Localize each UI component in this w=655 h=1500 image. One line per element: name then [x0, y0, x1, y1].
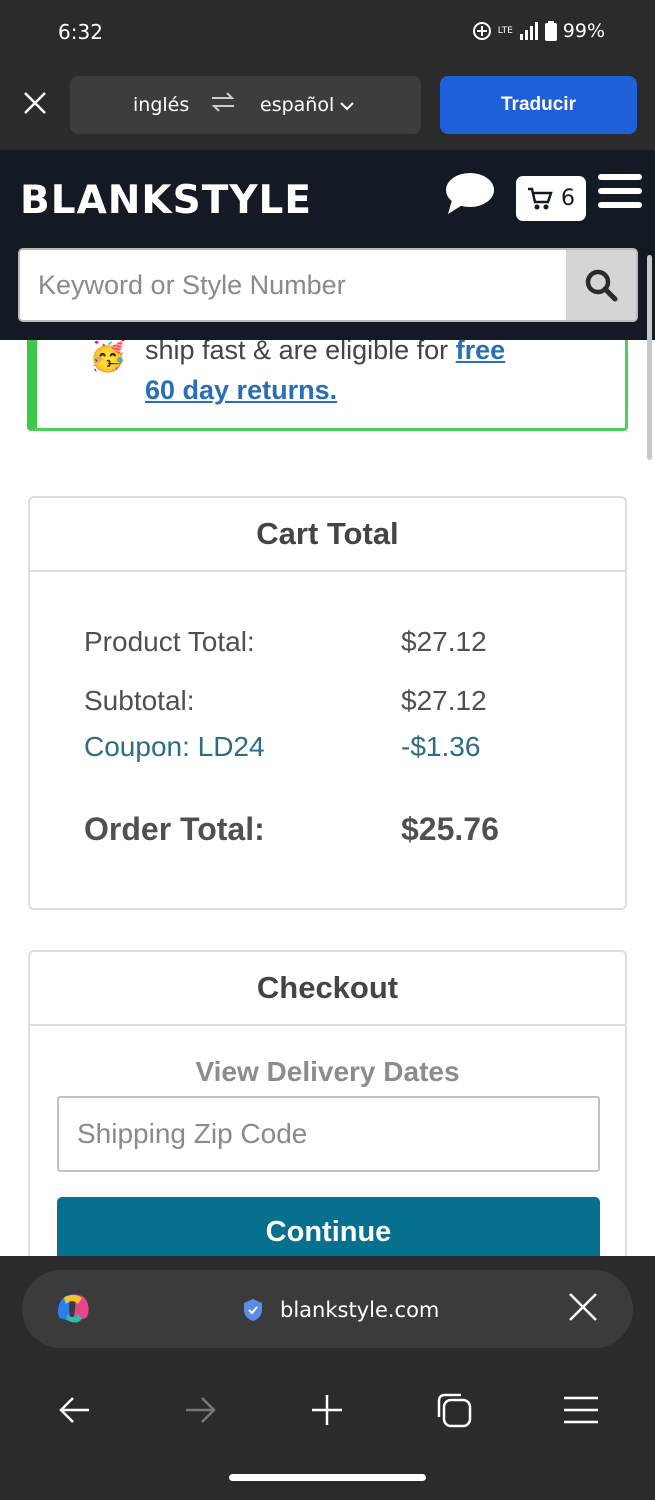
battery-level: 99% [562, 20, 605, 42]
product-total-label: Product Total: [84, 626, 255, 657]
search-bar [18, 248, 638, 322]
cart-count: 6 [561, 186, 575, 211]
checkout-title: Checkout [30, 952, 625, 1026]
arrow-right-icon [186, 1397, 216, 1423]
search-input[interactable] [20, 250, 568, 320]
back-button[interactable] [50, 1386, 98, 1434]
menu-button[interactable] [557, 1386, 605, 1434]
language-selector[interactable]: inglés español [70, 76, 421, 134]
lte-icon: LTE [497, 25, 513, 36]
chat-icon[interactable] [444, 172, 496, 216]
plus-icon [312, 1395, 342, 1425]
battery-icon [544, 21, 557, 41]
new-tab-button[interactable] [303, 1386, 351, 1434]
home-indicator[interactable] [229, 1474, 426, 1481]
checkout-card: Checkout View Delivery Dates Continue [28, 950, 627, 1280]
signal-icon [519, 22, 538, 40]
address-bar[interactable]: blankstyle.com [22, 1270, 633, 1348]
status-icons: LTE 99% [472, 20, 605, 42]
hamburger-icon [564, 1396, 598, 1424]
target-language-label: español [260, 94, 335, 116]
returns-link[interactable]: 60 day returns. [145, 375, 337, 406]
site-header: BLANKSTYLE 6 [0, 150, 655, 340]
cart-total-card: Cart Total Product Total: $27.12 Subtota… [28, 496, 627, 910]
copilot-icon[interactable] [52, 1288, 94, 1330]
site-logo[interactable]: BLANKSTYLE [20, 178, 312, 223]
forward-button[interactable] [177, 1386, 225, 1434]
status-bar: 6:32 LTE 99% [0, 0, 655, 66]
cart-button[interactable]: 6 [516, 176, 586, 221]
url-text[interactable]: blankstyle.com [280, 1298, 439, 1322]
close-translate-icon[interactable] [20, 90, 50, 120]
coupon-label: Coupon: LD24 [84, 731, 265, 762]
target-language[interactable]: español [260, 94, 354, 116]
delivery-dates-heading: View Delivery Dates [195, 1056, 460, 1087]
menu-icon[interactable] [598, 174, 642, 214]
shield-icon [244, 1299, 262, 1321]
arrow-left-icon [59, 1397, 89, 1423]
tabs-icon [437, 1393, 472, 1428]
close-icon[interactable] [566, 1290, 600, 1324]
browser-nav [0, 1386, 655, 1434]
coupon-value: -$1.36 [401, 731, 481, 762]
search-button[interactable] [566, 250, 636, 320]
data-saver-icon [472, 22, 491, 40]
subtotal-label: Subtotal: [84, 685, 195, 716]
chevron-down-icon [340, 102, 354, 111]
subtotal-value: $27.12 [401, 685, 487, 716]
tabs-button[interactable] [430, 1386, 478, 1434]
page-scrollbar[interactable] [647, 255, 652, 460]
translate-button[interactable]: Traducir [440, 76, 637, 134]
source-language[interactable]: inglés [133, 94, 189, 116]
zip-code-input[interactable] [57, 1096, 600, 1172]
status-time: 6:32 [58, 20, 103, 44]
browser-toolbar: blankstyle.com [0, 1256, 655, 1500]
cart-total-title: Cart Total [30, 498, 625, 572]
product-total-value: $27.12 [401, 626, 487, 657]
face-emoji-icon: 🥳 [89, 340, 127, 373]
order-total-label: Order Total: [84, 811, 265, 847]
swap-icon[interactable] [210, 90, 236, 114]
order-total-value: $25.76 [401, 811, 499, 847]
search-icon [585, 269, 618, 302]
translate-bar: inglés español Traducir [0, 66, 655, 150]
cart-icon [528, 187, 553, 209]
